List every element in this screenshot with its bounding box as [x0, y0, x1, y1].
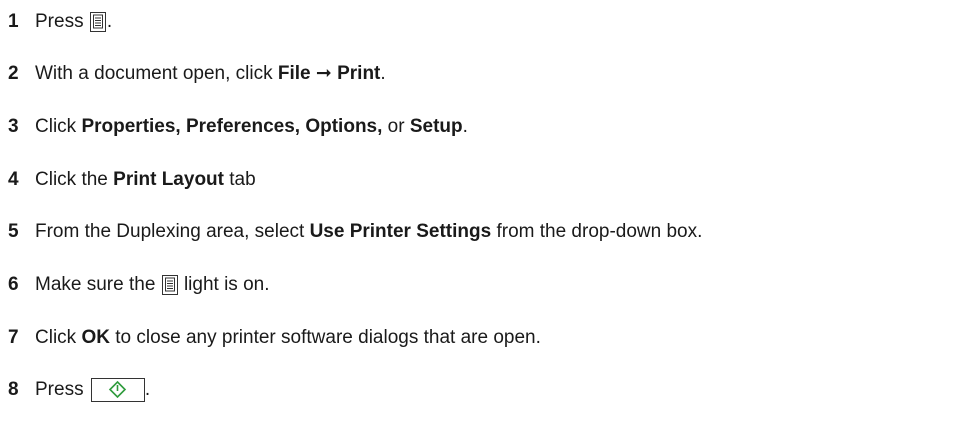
bold-term: Print [337, 63, 381, 84]
text-fragment: light is on. [178, 274, 270, 295]
text-fragment: to close any printer software dialogs th… [109, 327, 541, 348]
step-text: Click Properties, Preferences, Options, … [35, 115, 468, 139]
step-number: 5 [8, 221, 19, 242]
text-fragment: With a document open, click [35, 63, 278, 84]
text-fragment: ➞ [310, 63, 338, 84]
text-fragment: Click the [35, 169, 114, 190]
text-fragment: . [144, 379, 151, 401]
text-fragment: Click [35, 327, 82, 348]
text-fragment: . [380, 63, 386, 84]
step-number: 1 [8, 11, 19, 32]
step-5: 5 From the Duplexing area, select Use Pri… [8, 220, 702, 244]
step-number: 3 [8, 116, 19, 137]
step-number: 4 [8, 169, 19, 190]
bold-term: Setup [409, 116, 463, 137]
bold-term: OK [81, 327, 110, 348]
text-fragment: . [462, 116, 468, 137]
step-3: 3 Click Properties, Preferences, Options,… [8, 115, 468, 139]
text-fragment: Click [35, 116, 82, 137]
step-7: 7 Click OK to close any printer software … [8, 326, 541, 350]
step-2: 2 With a document open, click File ➞ Prin… [8, 62, 386, 86]
step-1: 1 Press . [8, 10, 112, 34]
instruction-steps: 1 Press . 2 With a document open, click Fil… [0, 0, 980, 421]
step-text: Press . [35, 378, 150, 402]
text-fragment: Press [35, 379, 89, 401]
text-fragment: From the Duplexing area, select [35, 221, 310, 242]
bold-term: Properties, Preferences, Options, [81, 116, 383, 137]
text-fragment: Make sure the [35, 274, 161, 295]
step-text: Press . [35, 10, 112, 34]
bold-term: Print Layout [113, 169, 224, 190]
step-text: Make sure the light is on. [35, 273, 270, 297]
duplex-light-icon [161, 274, 178, 295]
step-8: 8 Press . [8, 378, 150, 402]
text-fragment: or [382, 116, 410, 137]
text-fragment: tab [223, 169, 256, 190]
bold-term: Use Printer Settings [309, 221, 492, 242]
duplex-button-icon [89, 11, 106, 32]
step-6: 6 Make sure the light is on. [8, 273, 270, 297]
text-fragment: Press [35, 11, 89, 32]
step-text: From the Duplexing area, select Use Prin… [35, 220, 702, 244]
text-fragment: from the drop-down box. [491, 221, 703, 242]
step-4: 4 Click the Print Layout tab [8, 168, 256, 192]
step-number: 7 [8, 327, 19, 348]
start-button-icon [90, 378, 145, 402]
bold-term: File [277, 63, 311, 84]
text-fragment: . [106, 11, 113, 32]
step-number: 8 [8, 379, 19, 400]
step-number: 6 [8, 274, 19, 295]
step-text: Click the Print Layout tab [35, 168, 256, 192]
step-text: With a document open, click File ➞ Print… [35, 62, 386, 86]
step-text: Click OK to close any printer software d… [35, 326, 541, 350]
step-number: 2 [8, 63, 19, 84]
